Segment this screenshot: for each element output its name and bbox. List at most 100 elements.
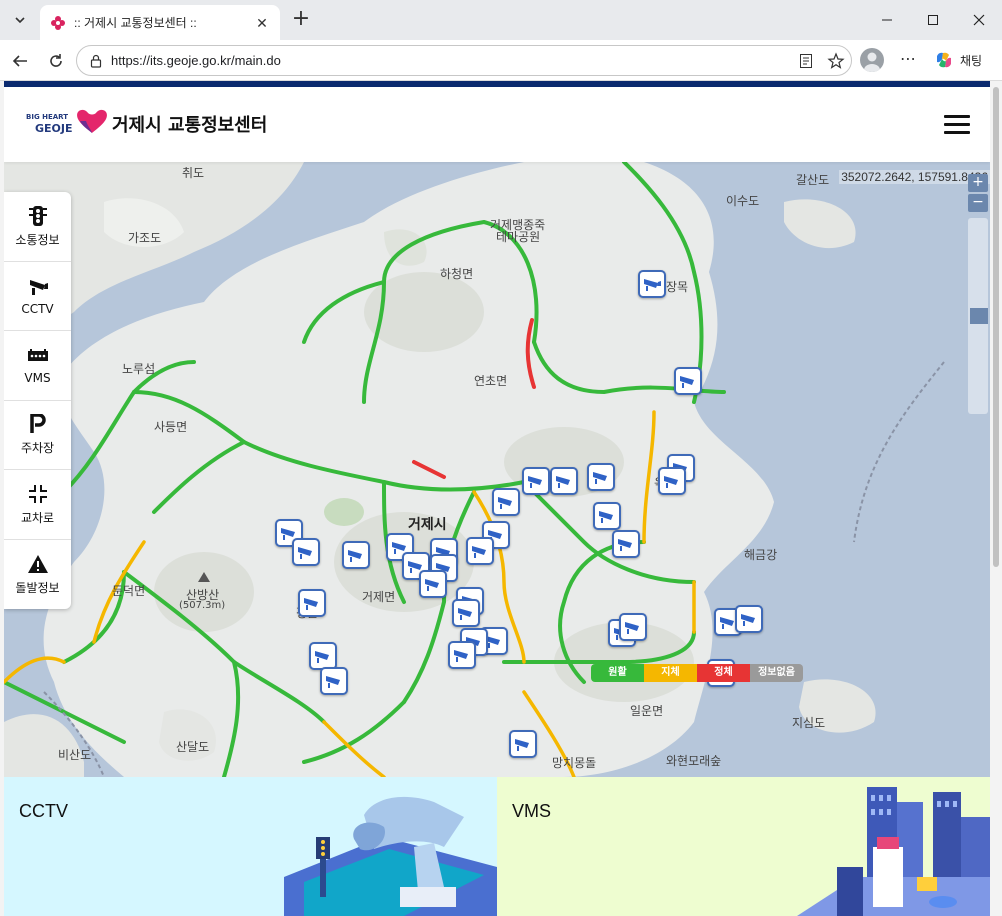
cctv-camera-icon — [680, 376, 694, 388]
sidebar-item-parking[interactable]: 주차장 — [4, 401, 71, 470]
close-window-button[interactable] — [956, 0, 1002, 40]
cctv-marker[interactable] — [735, 605, 763, 633]
sidebar-item-cctv[interactable]: CCTV — [4, 262, 71, 331]
more-menu-button[interactable]: ⋯ — [896, 48, 920, 72]
traffic-light-icon — [27, 205, 49, 227]
cctv-marker[interactable] — [612, 530, 640, 558]
cctv-marker[interactable] — [550, 467, 578, 495]
logo-line1: BIG HEART — [26, 113, 68, 121]
map-label: 장목 — [666, 280, 689, 294]
page-scrollbar[interactable] — [990, 81, 1002, 916]
menu-bar-icon — [944, 115, 970, 118]
tab-close-icon[interactable]: ✕ — [254, 15, 270, 31]
zoom-out-button[interactable]: − — [968, 194, 988, 212]
traffic-map[interactable]: 취도 가조도 하청면 연초면 노루섬 사등면 거제시 둔덕면 산방산 (507.… — [4, 162, 990, 777]
cctv-camera-icon — [528, 476, 542, 488]
sidebar-item-traffic[interactable]: 소통정보 — [4, 192, 71, 262]
cctv-marker[interactable] — [619, 613, 647, 641]
cctv-illustration — [284, 796, 497, 916]
sidebar-label: 교차로 — [20, 510, 55, 525]
reload-icon — [50, 54, 62, 67]
hamburger-menu-button[interactable] — [944, 115, 970, 135]
reader-mode-icon — [800, 53, 812, 68]
reload-button[interactable] — [41, 46, 71, 76]
map-label: 가조도 — [128, 231, 162, 245]
cctv-marker[interactable] — [492, 488, 520, 516]
site-title[interactable]: 거제시 교통정보센터 — [112, 111, 267, 137]
cctv-marker[interactable] — [466, 537, 494, 565]
back-button[interactable] — [5, 46, 35, 76]
url-field[interactable]: https://its.geoje.go.kr/main.do — [76, 45, 852, 76]
cctv-camera-icon — [593, 472, 607, 484]
map-layer-sidebar: 소통정보 CCTV VMS 주차장 교차로 돌발정보 — [4, 192, 71, 609]
copilot-label: 채팅 — [960, 53, 983, 68]
cctv-marker[interactable] — [587, 463, 615, 491]
lock-icon — [90, 54, 102, 68]
vms-panel[interactable]: VMS — [497, 777, 990, 916]
reader-mode-button[interactable] — [791, 47, 821, 75]
cctv-marker[interactable] — [674, 367, 702, 395]
copilot-chat-button[interactable]: 채팅 — [928, 46, 994, 74]
map-label: 노루섬 — [122, 362, 156, 376]
legend-slow: 지체 — [644, 664, 697, 682]
cctv-marker[interactable] — [658, 467, 686, 495]
maximize-button[interactable] — [910, 0, 956, 40]
map-label: 해금강 — [744, 548, 778, 562]
tab-list-button[interactable] — [6, 6, 34, 34]
menu-bar-icon — [944, 123, 970, 126]
map-label: 지심도 — [792, 716, 826, 730]
cctv-marker[interactable] — [342, 541, 370, 569]
map-label: 테마공원 — [496, 230, 541, 244]
zoom-slider-handle[interactable] — [970, 308, 988, 324]
cctv-camera-icon — [298, 547, 312, 559]
sidebar-label: 주차장 — [20, 441, 55, 456]
map-label: 사등면 — [154, 420, 188, 434]
intersection-icon — [27, 483, 49, 505]
scrollbar-thumb[interactable] — [993, 87, 999, 567]
sidebar-item-intersection[interactable]: 교차로 — [4, 470, 71, 540]
cctv-marker[interactable] — [320, 667, 348, 695]
sidebar-label: CCTV — [21, 301, 54, 316]
legend-jam: 정체 — [697, 664, 750, 682]
cctv-camera-icon — [644, 279, 661, 291]
cctv-camera-icon — [498, 497, 512, 509]
minimize-button[interactable] — [864, 0, 910, 40]
big-heart-geoje-logo[interactable]: BIG HEART GEOJE — [26, 107, 108, 137]
sidebar-item-incident[interactable]: 돌발정보 — [4, 540, 71, 610]
cctv-marker[interactable] — [638, 270, 666, 298]
cctv-panel[interactable]: CCTV — [4, 777, 497, 916]
cctv-marker[interactable] — [509, 730, 537, 758]
cctv-camera-icon — [472, 546, 486, 558]
cctv-marker[interactable] — [452, 599, 480, 627]
logo-line2: GEOJE — [35, 122, 73, 135]
cctv-marker[interactable] — [448, 641, 476, 669]
map-label: 갈산도 — [796, 173, 830, 187]
map-label: 망치몽돌 — [552, 756, 597, 770]
maximize-icon — [928, 15, 938, 25]
sidebar-item-vms[interactable]: VMS — [4, 331, 71, 401]
cctv-marker[interactable] — [419, 570, 447, 598]
cctv-camera-icon — [348, 550, 362, 562]
profile-avatar[interactable] — [860, 48, 884, 72]
traffic-legend: 원활 지체 정체 정보없음 — [591, 664, 803, 682]
cctv-camera-icon — [556, 476, 570, 488]
browser-tab[interactable]: :: 거제시 교통정보센터 :: ✕ — [40, 5, 280, 40]
zoom-in-button[interactable]: + — [968, 174, 988, 192]
map-label-city: 거제시 — [408, 517, 447, 533]
cctv-camera-icon — [27, 276, 49, 298]
cctv-camera-icon — [304, 598, 318, 610]
new-tab-button[interactable]: + — [288, 7, 314, 33]
cctv-marker[interactable] — [309, 642, 337, 670]
favorite-button[interactable] — [821, 47, 851, 75]
cctv-camera-icon — [458, 608, 472, 620]
cctv-marker[interactable] — [292, 538, 320, 566]
cctv-marker[interactable] — [298, 589, 326, 617]
menu-bar-icon — [944, 131, 970, 134]
cctv-marker[interactable] — [522, 467, 550, 495]
sidebar-label: 돌발정보 — [15, 580, 60, 595]
cctv-marker[interactable] — [593, 502, 621, 530]
warning-icon — [27, 553, 49, 575]
cctv-camera-icon — [454, 650, 468, 662]
legend-no-info: 정보없음 — [750, 664, 803, 682]
chevron-down-icon — [15, 17, 25, 24]
